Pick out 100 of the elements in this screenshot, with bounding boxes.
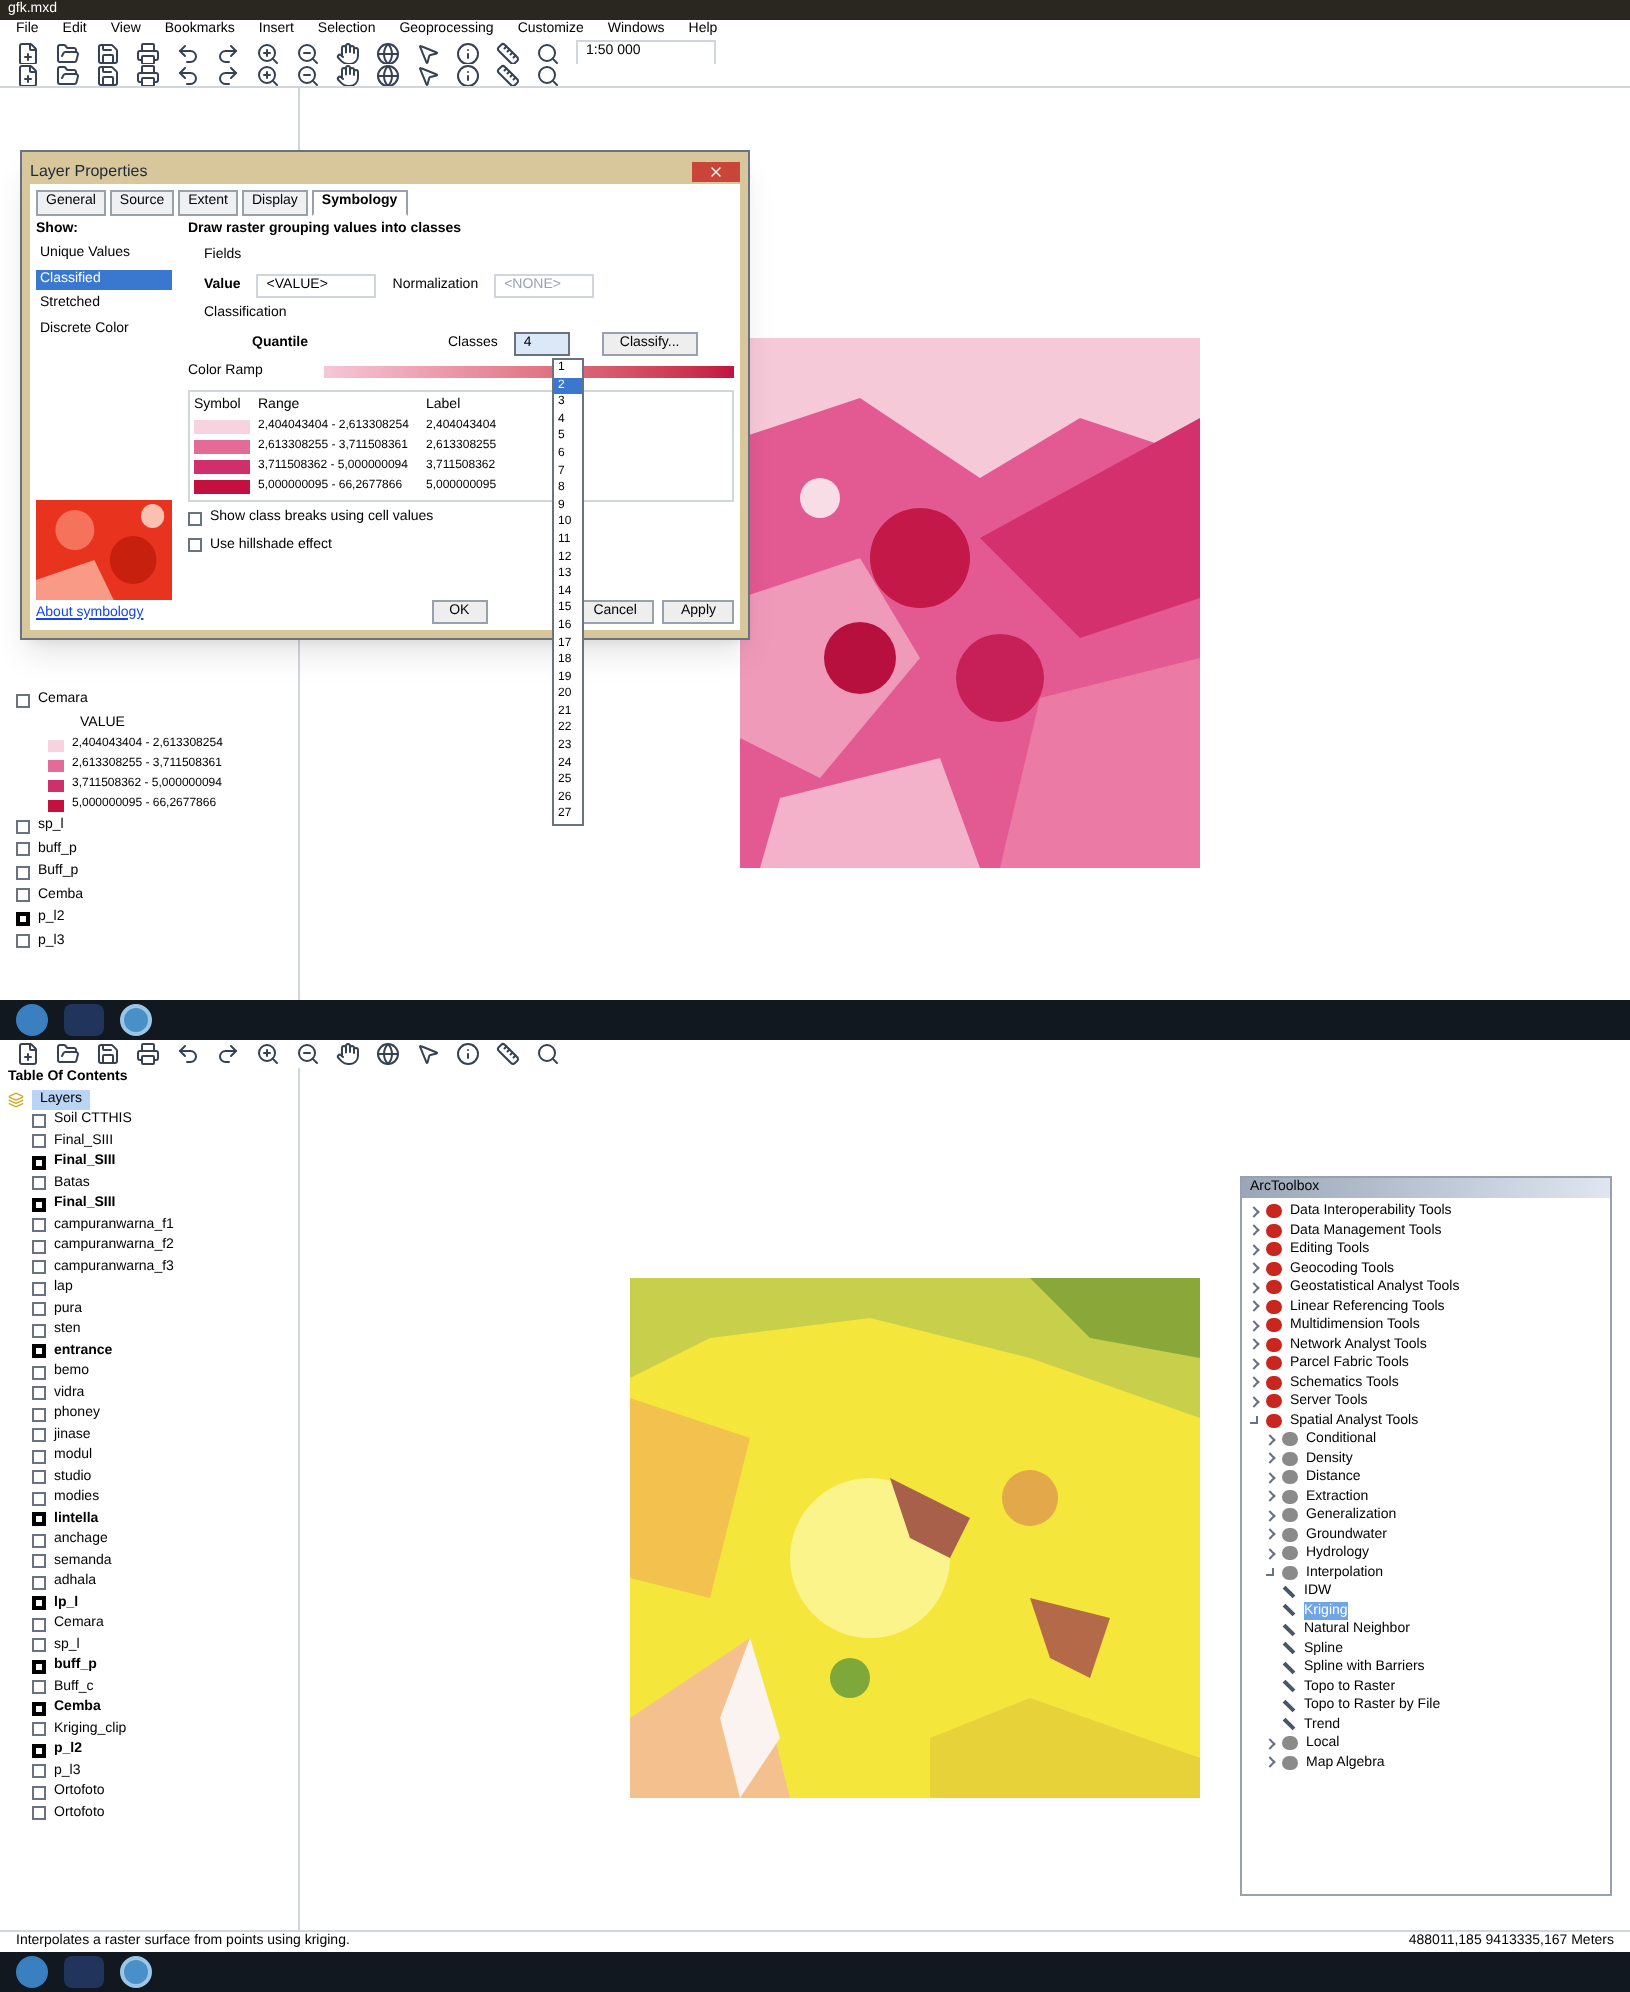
checkbox[interactable] <box>32 1365 46 1380</box>
checkbox[interactable] <box>188 511 202 526</box>
zoom-in-icon[interactable] <box>256 1042 280 1066</box>
info-icon[interactable] <box>456 63 480 87</box>
checkbox[interactable] <box>32 1596 46 1611</box>
checkbox[interactable] <box>32 1743 46 1758</box>
browser-icon[interactable] <box>120 1004 152 1036</box>
search-icon[interactable] <box>536 41 560 65</box>
checkbox[interactable] <box>32 1197 46 1212</box>
checkbox[interactable] <box>16 693 30 708</box>
checkbox[interactable] <box>16 934 30 949</box>
expand-icon[interactable] <box>1264 1737 1276 1750</box>
checkbox[interactable] <box>32 1176 46 1191</box>
save-icon[interactable] <box>96 1042 120 1066</box>
checkbox[interactable] <box>32 1575 46 1590</box>
color-ramp[interactable] <box>324 366 734 379</box>
undo-icon[interactable] <box>176 63 200 87</box>
checkbox[interactable] <box>32 1155 46 1170</box>
checkbox[interactable] <box>32 1701 46 1716</box>
expand-icon[interactable] <box>1264 1528 1276 1541</box>
checkbox[interactable] <box>32 1134 46 1149</box>
start-button[interactable] <box>16 1004 48 1036</box>
zoom-out-icon[interactable] <box>296 1042 320 1066</box>
expand-icon[interactable] <box>1264 1490 1276 1503</box>
new-file-icon[interactable] <box>16 41 40 65</box>
checkbox[interactable] <box>32 1638 46 1653</box>
expand-icon[interactable] <box>1248 1300 1260 1313</box>
search-icon[interactable] <box>536 63 560 87</box>
checkbox[interactable] <box>32 1407 46 1422</box>
redo-icon[interactable] <box>216 1042 240 1066</box>
symbol-swatch[interactable] <box>194 440 250 454</box>
pointer-icon[interactable] <box>416 63 440 87</box>
pointer-icon[interactable] <box>416 1042 440 1066</box>
expand-icon[interactable] <box>1264 1756 1276 1769</box>
checkbox[interactable] <box>32 1113 46 1128</box>
print-icon[interactable] <box>136 63 160 87</box>
expand-icon[interactable] <box>1264 1433 1276 1446</box>
new-file-icon[interactable] <box>16 1042 40 1066</box>
pointer-icon[interactable] <box>416 41 440 65</box>
ruler-icon[interactable] <box>496 1042 520 1066</box>
ruler-icon[interactable] <box>496 41 520 65</box>
open-folder-icon[interactable] <box>56 1042 80 1066</box>
undo-icon[interactable] <box>176 41 200 65</box>
checkbox[interactable] <box>32 1344 46 1359</box>
checkbox[interactable] <box>32 1386 46 1401</box>
expand-icon[interactable] <box>1264 1509 1276 1522</box>
checkbox[interactable] <box>16 842 30 857</box>
checkbox[interactable] <box>32 1281 46 1296</box>
checkbox[interactable] <box>32 1260 46 1275</box>
checkbox[interactable] <box>32 1659 46 1674</box>
expand-icon[interactable] <box>1264 1452 1276 1465</box>
info-icon[interactable] <box>456 1042 480 1066</box>
checkbox[interactable] <box>32 1533 46 1548</box>
expand-icon[interactable] <box>1248 1395 1260 1408</box>
checkbox[interactable] <box>32 1617 46 1632</box>
save-icon[interactable] <box>96 63 120 87</box>
search-icon[interactable] <box>536 1042 560 1066</box>
ruler-icon[interactable] <box>496 63 520 87</box>
zoom-out-icon[interactable] <box>296 41 320 65</box>
undo-icon[interactable] <box>176 1042 200 1066</box>
expand-icon[interactable] <box>1248 1338 1260 1351</box>
checkbox[interactable] <box>32 1785 46 1800</box>
symbol-swatch[interactable] <box>194 420 250 434</box>
checkbox[interactable] <box>32 1302 46 1317</box>
checkbox[interactable] <box>32 1491 46 1506</box>
globe-icon[interactable] <box>376 1042 400 1066</box>
browser-icon[interactable] <box>120 1956 152 1988</box>
checkbox[interactable] <box>32 1239 46 1254</box>
checkbox[interactable] <box>32 1680 46 1695</box>
new-file-icon[interactable] <box>16 63 40 87</box>
expand-icon[interactable] <box>1248 1376 1260 1389</box>
hand-icon[interactable] <box>336 63 360 87</box>
checkbox[interactable] <box>32 1512 46 1527</box>
collapse-icon[interactable] <box>1266 1568 1274 1577</box>
checkbox[interactable] <box>32 1764 46 1779</box>
checkbox[interactable] <box>32 1218 46 1233</box>
save-icon[interactable] <box>96 41 120 65</box>
checkbox[interactable] <box>32 1554 46 1569</box>
checkbox[interactable] <box>16 819 30 834</box>
symbol-swatch[interactable] <box>194 480 250 494</box>
print-icon[interactable] <box>136 41 160 65</box>
zoom-in-icon[interactable] <box>256 63 280 87</box>
checkbox[interactable] <box>32 1806 46 1821</box>
checkbox[interactable] <box>32 1323 46 1338</box>
open-folder-icon[interactable] <box>56 41 80 65</box>
checkbox[interactable] <box>188 538 202 553</box>
expand-icon[interactable] <box>1248 1262 1260 1275</box>
checkbox[interactable] <box>32 1428 46 1443</box>
expand-icon[interactable] <box>1248 1357 1260 1370</box>
checkbox[interactable] <box>16 865 30 880</box>
checkbox[interactable] <box>16 888 30 903</box>
globe-icon[interactable] <box>376 63 400 87</box>
redo-icon[interactable] <box>216 41 240 65</box>
checkbox[interactable] <box>32 1449 46 1464</box>
checkbox[interactable] <box>32 1470 46 1485</box>
checkbox[interactable] <box>16 911 30 926</box>
zoom-in-icon[interactable] <box>256 41 280 65</box>
hand-icon[interactable] <box>336 41 360 65</box>
checkbox[interactable] <box>32 1722 46 1737</box>
expand-icon[interactable] <box>1248 1205 1260 1218</box>
